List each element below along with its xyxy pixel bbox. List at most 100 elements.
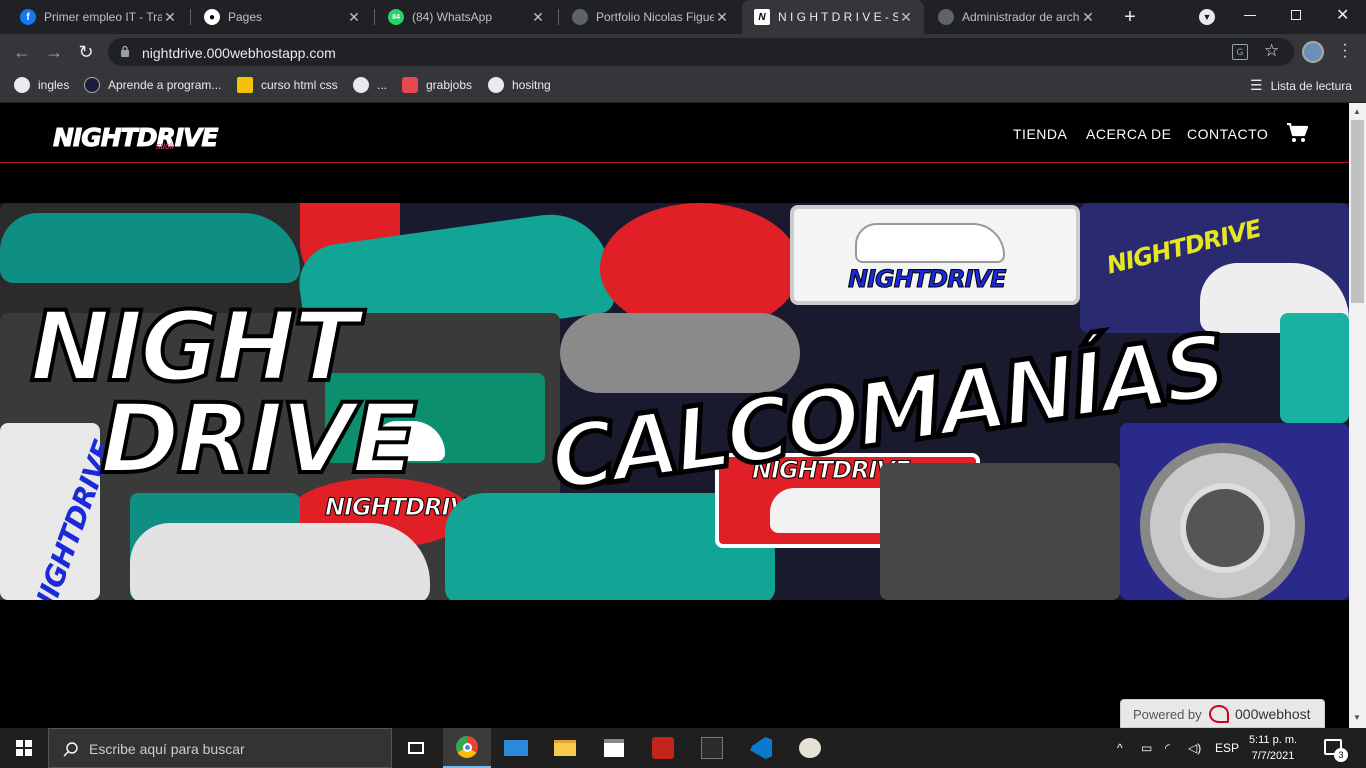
- search-placeholder: Escribe aquí para buscar: [89, 741, 245, 757]
- taskbar-paint[interactable]: [786, 728, 834, 768]
- reading-list-icon: ☰: [1250, 77, 1263, 93]
- close-window-button[interactable]: ✕: [1336, 5, 1349, 25]
- battery-icon[interactable]: ▭: [1141, 741, 1152, 755]
- tab-whatsapp[interactable]: 84 (84) WhatsApp ✕: [376, 0, 556, 34]
- close-icon[interactable]: ✕: [530, 9, 546, 26]
- globe-icon: [353, 77, 369, 93]
- bookmark-star-icon[interactable]: ☆: [1264, 41, 1279, 61]
- back-button[interactable]: ←: [10, 40, 34, 64]
- bookmark-aprende[interactable]: Aprende a program...: [84, 77, 221, 93]
- menu-kebab-icon[interactable]: · · ·: [1340, 37, 1350, 65]
- reading-list-label: Lista de lectura: [1270, 78, 1352, 93]
- taskbar-vscode[interactable]: [737, 728, 785, 768]
- task-view-button[interactable]: [392, 728, 440, 768]
- volume-icon[interactable]: ◁): [1188, 741, 1201, 755]
- start-button[interactable]: [0, 728, 48, 768]
- globe-icon: [938, 9, 954, 25]
- github-icon: ●: [204, 9, 220, 25]
- cms-icon: [652, 737, 674, 759]
- tab-title: (84) WhatsApp: [412, 10, 493, 24]
- bookmark-grabjobs[interactable]: grabjobs: [402, 77, 472, 93]
- site-header: NIGHTDRIVE stick TIENDA ACERCA DE CONTAC…: [0, 103, 1349, 163]
- profile-avatar[interactable]: [1302, 41, 1324, 63]
- close-icon[interactable]: ✕: [346, 9, 362, 26]
- tab-title: Pages: [228, 10, 263, 24]
- folder-icon: [237, 77, 253, 93]
- windows-taskbar: Escribe aquí para buscar ^ ▭ ◜ ◁) ESP 5:…: [0, 728, 1366, 768]
- taskbar-chrome[interactable]: [443, 728, 491, 768]
- code-icon: [84, 77, 100, 93]
- language-indicator[interactable]: ESP: [1215, 741, 1239, 755]
- tab-primer-empleo[interactable]: f Primer empleo IT - Trab ✕: [8, 0, 188, 34]
- tab-title: Primer empleo IT - Trab: [44, 10, 162, 24]
- reload-button[interactable]: ↻: [74, 40, 98, 64]
- grabjobs-icon: [402, 77, 418, 93]
- banner-drive-text: DRIVE: [98, 383, 419, 495]
- hero-banner: NIGHTDRIVE NIGHTDRIVE NIGHTDRIVE NIGHTDR…: [0, 203, 1349, 600]
- play-icon: [14, 77, 30, 93]
- minimize-button[interactable]: [1244, 15, 1256, 16]
- taskbar-cms-app[interactable]: [639, 728, 687, 768]
- bookmark-label: curso html css: [261, 78, 338, 92]
- web-page: NIGHTDRIVE stick TIENDA ACERCA DE CONTAC…: [0, 103, 1349, 728]
- tab-nightdrive[interactable]: N N I G H T D R I V E - ST ✕: [742, 0, 924, 34]
- close-icon[interactable]: ✕: [162, 9, 178, 26]
- taskbar-game-app[interactable]: [688, 728, 736, 768]
- sticker-nightdrive-text: NIGHTDRIVE: [847, 265, 1006, 294]
- powered-brand: 000webhost: [1235, 706, 1311, 722]
- task-view-icon: [408, 742, 424, 754]
- nav-acerca-de[interactable]: ACERCA DE: [1086, 126, 1171, 142]
- close-icon[interactable]: ✕: [898, 9, 914, 26]
- reading-list-button[interactable]: ☰ Lista de lectura: [1250, 77, 1352, 94]
- tray-chevron-icon[interactable]: ^: [1117, 741, 1123, 755]
- taskbar-clock[interactable]: 5:11 p. m. 7/7/2021: [1242, 732, 1304, 764]
- nav-contacto[interactable]: CONTACTO: [1187, 126, 1268, 142]
- tab-administrador[interactable]: Administrador de arch ✕: [926, 0, 1106, 34]
- globe-icon: [572, 9, 588, 25]
- folder-icon: [554, 740, 576, 756]
- page-scrollbar[interactable]: ▲ ▼: [1349, 103, 1366, 728]
- bookmark-ellipsis[interactable]: ...: [353, 77, 387, 93]
- restore-button[interactable]: [1291, 10, 1301, 20]
- bookmark-label: Aprende a program...: [108, 78, 222, 92]
- powered-by-label: Powered by: [1133, 707, 1202, 722]
- bookmarks-bar: ingles Aprende a program... curso html c…: [0, 70, 1366, 103]
- close-icon[interactable]: ✕: [1080, 9, 1096, 26]
- tab-title: N I G H T D R I V E - ST: [778, 10, 898, 24]
- address-bar[interactable]: nightdrive.000webhostapp.com G ☆: [108, 38, 1294, 66]
- tab-title: Portfolio Nicolas Figue: [596, 10, 714, 24]
- nav-tienda[interactable]: TIENDA: [1013, 126, 1067, 142]
- mail-icon: [504, 740, 528, 756]
- forward-button[interactable]: →: [42, 40, 66, 64]
- tab-pages[interactable]: ● Pages ✕: [192, 0, 372, 34]
- scroll-down-arrow[interactable]: ▼: [1353, 713, 1361, 722]
- url-text: nightdrive.000webhostapp.com: [142, 45, 336, 61]
- nightdrive-n-icon: N: [754, 9, 770, 25]
- tab-portfolio[interactable]: Portfolio Nicolas Figue ✕: [560, 0, 740, 34]
- cart-icon[interactable]: [1286, 123, 1308, 143]
- taskbar-mail[interactable]: [492, 728, 540, 768]
- new-tab-button[interactable]: +: [1119, 6, 1141, 28]
- scroll-up-arrow[interactable]: ▲: [1353, 107, 1361, 116]
- translate-icon[interactable]: G: [1232, 44, 1248, 60]
- taskbar-store[interactable]: [590, 728, 638, 768]
- site-logo[interactable]: NIGHTDRIVE: [52, 123, 218, 153]
- close-icon[interactable]: ✕: [714, 9, 730, 26]
- globe-icon: [488, 77, 504, 93]
- taskbar-search-input[interactable]: Escribe aquí para buscar: [48, 728, 392, 768]
- bookmark-curso-html[interactable]: curso html css: [237, 77, 338, 93]
- taskbar-file-explorer[interactable]: [541, 728, 589, 768]
- powered-by-badge[interactable]: Powered by 000webhost: [1120, 699, 1325, 728]
- lock-icon: [121, 45, 129, 57]
- wifi-icon[interactable]: ◜: [1165, 741, 1170, 755]
- clock-time: 5:11 p. m.: [1248, 734, 1298, 746]
- scroll-thumb[interactable]: [1351, 120, 1364, 303]
- bookmark-ingles[interactable]: ingles: [14, 77, 69, 93]
- search-icon: [63, 742, 78, 757]
- game-icon: [701, 737, 723, 759]
- vscode-icon: [750, 737, 772, 759]
- tab-search-icon[interactable]: ▼: [1199, 9, 1215, 25]
- bookmark-hositng[interactable]: hositng: [488, 77, 551, 93]
- windows-logo-icon: [16, 740, 32, 756]
- chrome-icon: [456, 736, 478, 758]
